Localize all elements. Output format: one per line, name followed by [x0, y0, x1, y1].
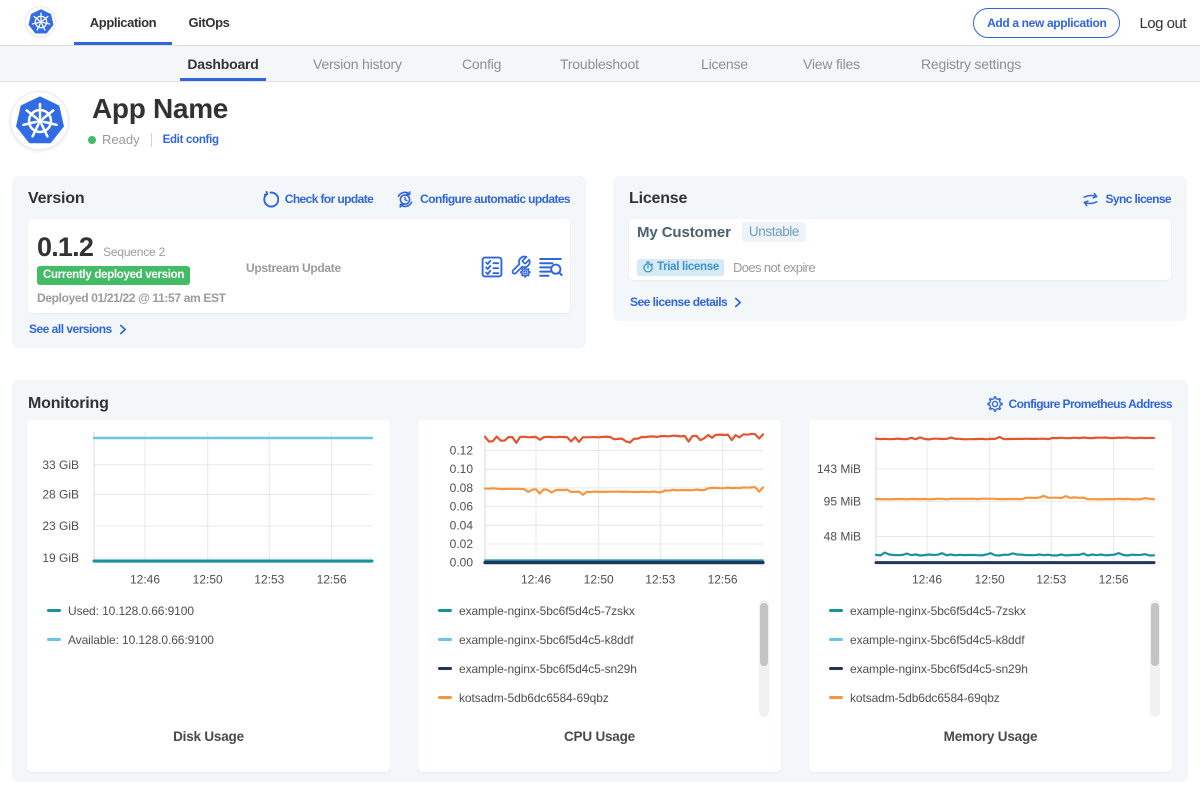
svg-text:12:46: 12:46: [912, 573, 942, 587]
svg-text:0.12: 0.12: [450, 444, 474, 458]
svg-text:12:56: 12:56: [708, 573, 738, 587]
svg-text:0.00: 0.00: [450, 556, 474, 570]
svg-text:95 MiB: 95 MiB: [824, 494, 861, 508]
svg-text:12:46: 12:46: [521, 573, 551, 587]
svg-text:23 GiB: 23 GiB: [42, 519, 79, 533]
svg-text:0.08: 0.08: [450, 481, 474, 495]
svg-text:12:53: 12:53: [254, 573, 284, 587]
svg-text:12:50: 12:50: [584, 573, 614, 587]
svg-text:12:50: 12:50: [193, 573, 223, 587]
svg-text:48 MiB: 48 MiB: [824, 530, 861, 544]
svg-text:19 GiB: 19 GiB: [42, 551, 79, 565]
svg-text:12:56: 12:56: [317, 573, 347, 587]
svg-text:12:46: 12:46: [130, 573, 160, 587]
svg-text:12:56: 12:56: [1099, 573, 1129, 587]
svg-text:0.06: 0.06: [450, 500, 474, 514]
svg-text:143 MiB: 143 MiB: [817, 462, 861, 476]
svg-text:0.10: 0.10: [450, 462, 474, 476]
svg-text:12:53: 12:53: [1036, 573, 1066, 587]
svg-text:33 GiB: 33 GiB: [42, 458, 79, 472]
svg-text:12:53: 12:53: [645, 573, 675, 587]
svg-text:0.02: 0.02: [450, 537, 474, 551]
svg-text:28 GiB: 28 GiB: [42, 488, 79, 502]
svg-text:0.04: 0.04: [450, 518, 474, 532]
svg-text:12:50: 12:50: [975, 573, 1005, 587]
